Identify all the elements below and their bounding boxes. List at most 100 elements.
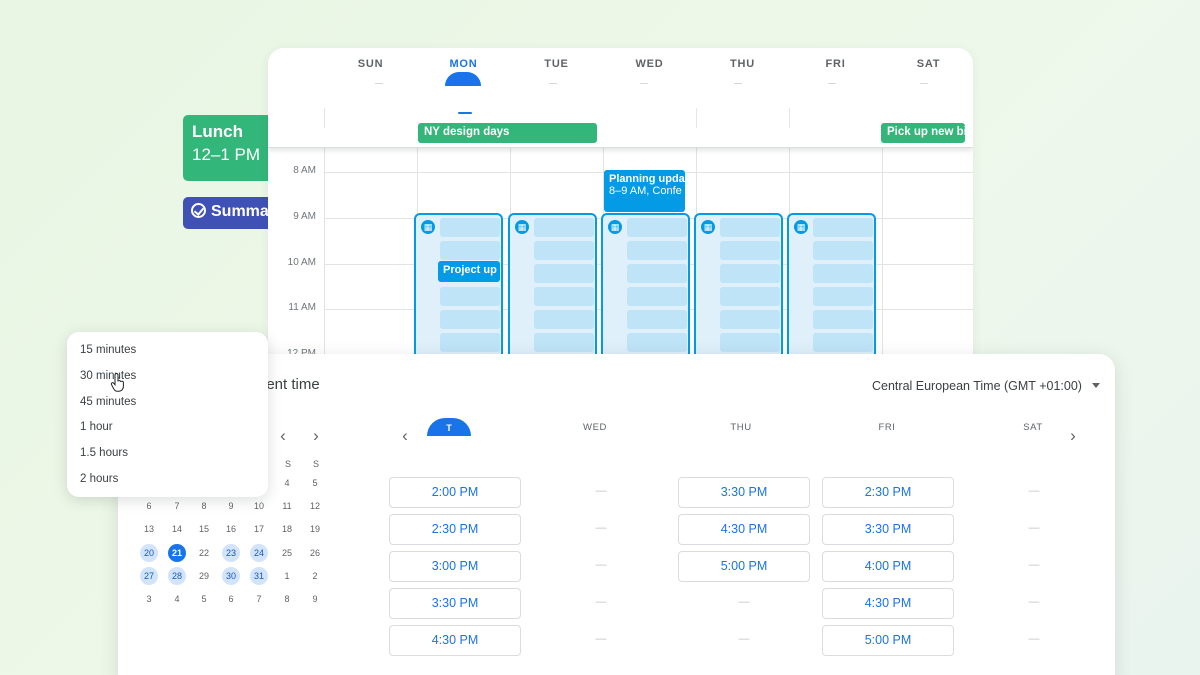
all-day-event-ny-design[interactable]: NY design days [418,123,597,143]
mini-cal-day[interactable]: 22 [195,544,213,562]
time-slot-button[interactable]: 3:30 PM [678,477,810,508]
mini-cal-day[interactable]: 9 [306,590,324,608]
duration-option[interactable]: 1 hour [80,421,113,433]
day-header-fri[interactable]: FRI [789,58,882,70]
mini-cal-prev-icon[interactable]: ‹ [275,427,291,444]
time-slot-button[interactable]: 3:30 PM [389,588,521,619]
mini-cal-day[interactable]: 8 [195,497,213,515]
mini-cal-dow: S [312,459,319,469]
time-slot-button[interactable]: 4:30 PM [678,514,810,545]
mini-cal-day[interactable]: 28 [168,567,186,585]
slot-pill [813,287,873,306]
mini-cal-day[interactable]: 17 [250,520,268,538]
mini-cal-dow: S [284,459,291,469]
time-slot-button[interactable]: 4:00 PM [822,551,954,582]
planning-event-title: Planning upda [609,173,685,185]
date-placeholder [828,83,836,84]
duration-option[interactable]: 15 minutes [80,344,136,356]
mini-cal-day[interactable]: 30 [222,567,240,585]
appointment-slots-thu[interactable]: ▦ [694,213,783,368]
mini-cal-day[interactable]: 13 [140,520,158,538]
day-header-mon[interactable]: MON [417,58,510,70]
mini-cal-day[interactable]: 29 [195,567,213,585]
lunch-event-time: 12–1 PM [192,145,261,164]
mini-cal-day[interactable]: 25 [278,544,296,562]
mini-cal-day[interactable]: 10 [250,497,268,515]
day-header-sun[interactable]: SUN [324,58,417,70]
duration-option[interactable]: 45 minutes [80,396,136,408]
lunch-event-chip[interactable]: Lunch 12–1 PM [183,115,273,181]
slots-prev-icon[interactable]: ‹ [397,427,413,444]
mini-cal-day[interactable]: 6 [140,497,158,515]
appointment-slots-tue[interactable]: ▦ [508,213,597,368]
appointment-slots-mon[interactable]: ▦ [414,213,503,368]
mini-cal-day[interactable]: 19 [306,520,324,538]
slot-pill [440,241,500,260]
mini-cal-day[interactable]: 26 [306,544,324,562]
mini-cal-day[interactable]: 3 [140,590,158,608]
mini-cal-day[interactable]: 24 [250,544,268,562]
slot-pill [720,310,780,329]
mini-cal-next-icon[interactable]: › [308,427,324,444]
slot-pill [440,310,500,329]
mini-cal-day[interactable]: 4 [168,590,186,608]
no-slot-dash: — [738,596,750,608]
mini-cal-day[interactable]: 6 [222,590,240,608]
mini-cal-day[interactable]: 9 [222,497,240,515]
day-header-tue[interactable]: TUE [510,58,603,70]
duration-option[interactable]: 1.5 hours [80,447,128,459]
planning-update-event[interactable]: Planning upda 8–9 AM, Confe [604,170,685,212]
mini-cal-day[interactable]: 7 [250,590,268,608]
mini-cal-day[interactable]: 11 [278,497,296,515]
time-slot-button[interactable]: 2:00 PM [389,477,521,508]
slot-column-head-wed: WED [583,422,607,433]
mini-cal-day[interactable]: 16 [222,520,240,538]
slot-pill [440,333,500,352]
slot-pill [534,310,594,329]
mini-cal-day[interactable]: 5 [306,474,324,492]
day-header-thu[interactable]: THU [696,58,789,70]
mini-cal-day[interactable]: 12 [306,497,324,515]
time-slot-button[interactable]: 4:30 PM [389,625,521,656]
time-slot-button[interactable]: 4:30 PM [822,588,954,619]
appointment-slots-fri[interactable]: ▦ [787,213,876,368]
day-divider [789,108,790,128]
mini-cal-day[interactable]: 20 [140,544,158,562]
mini-cal-day[interactable]: 2 [306,567,324,585]
mini-cal-day[interactable]: 4 [278,474,296,492]
all-day-event-pick-up[interactable]: Pick up new bi [881,123,965,143]
day-divider [882,148,883,368]
mini-cal-day[interactable]: 21 [168,544,186,562]
duration-option[interactable]: 30 minutes [80,370,136,382]
mini-cal-day[interactable]: 31 [250,567,268,585]
time-slot-button[interactable]: 3:00 PM [389,551,521,582]
summary-task-chip[interactable]: Summa [183,197,273,229]
duration-option[interactable]: 2 hours [80,473,118,485]
time-slot-button[interactable]: 3:30 PM [822,514,954,545]
day-header-sat[interactable]: SAT [882,58,973,70]
day-header-wed[interactable]: WED [603,58,696,70]
mini-cal-day[interactable]: 8 [278,590,296,608]
booking-page-icon: ▦ [794,220,808,234]
time-slot-button[interactable]: 5:00 PM [678,551,810,582]
mini-cal-day[interactable]: 14 [168,520,186,538]
mini-cal-day[interactable]: 23 [222,544,240,562]
project-update-event[interactable]: Project up [438,261,500,282]
time-slot-button[interactable]: 2:30 PM [822,477,954,508]
mini-cal-day[interactable]: 27 [140,567,158,585]
mini-cal-day[interactable]: 1 [278,567,296,585]
appointment-slots-wed[interactable]: ▦ [601,213,690,368]
timezone-select[interactable]: Central European Time (GMT +01:00) [872,379,1100,393]
time-slot-button[interactable]: 2:30 PM [389,514,521,545]
time-label-10am: 10 AM [287,257,316,268]
today-indicator [445,72,481,86]
no-slot-dash: — [595,485,607,497]
mini-cal-day[interactable]: 15 [195,520,213,538]
mini-cal-day[interactable]: 7 [168,497,186,515]
time-slot-button[interactable]: 5:00 PM [822,625,954,656]
mini-cal-day[interactable]: 5 [195,590,213,608]
no-slot-dash: — [738,633,750,645]
time-label-11am: 11 AM [288,302,316,313]
week-time-grid: 8 AM 9 AM 10 AM 11 AM 12 PM ▦ ▦ [268,148,973,368]
mini-cal-day[interactable]: 18 [278,520,296,538]
